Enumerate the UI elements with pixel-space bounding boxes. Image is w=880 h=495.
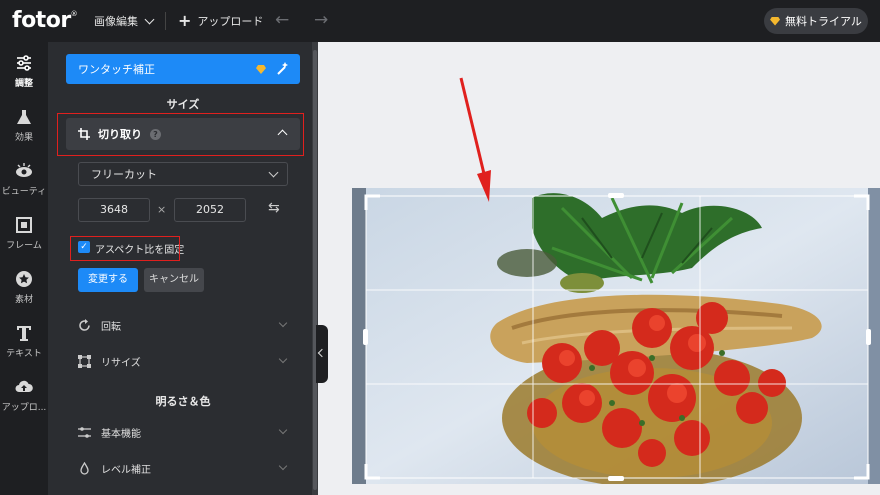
rail-label: アップロ... — [1, 403, 47, 413]
width-input[interactable]: 3648 — [78, 198, 150, 222]
rail-label: テキスト — [6, 349, 42, 359]
chevron-down-icon — [278, 354, 288, 364]
diamond-icon — [256, 65, 266, 74]
divider — [165, 12, 166, 30]
rail-label: フレーム — [6, 241, 42, 251]
chevron-down-icon — [144, 14, 155, 24]
sliders-icon — [78, 426, 91, 438]
chevron-down-icon — [278, 461, 288, 471]
free-trial-label: 無料トライアル — [785, 15, 862, 28]
rail-item-effects[interactable]: 効果 — [0, 108, 48, 143]
rail-label: 効果 — [14, 133, 33, 143]
rail-label: ビューティ — [1, 187, 47, 197]
crop-grid[interactable] — [352, 188, 880, 484]
annotation-arrow-icon — [459, 77, 491, 202]
frame-icon — [16, 217, 32, 233]
swap-dimensions-icon[interactable]: ⇆ — [268, 200, 280, 216]
text-icon — [17, 326, 31, 341]
one-touch-label: ワンタッチ補正 — [78, 63, 155, 76]
basic-label: 基本機能 — [101, 428, 141, 440]
highlight-box-crop — [57, 113, 304, 156]
scrollbar-thumb[interactable] — [313, 50, 317, 490]
cancel-button[interactable]: キャンセル — [144, 268, 204, 292]
rotate-icon — [79, 318, 90, 331]
image-edit-label: 画像編集 — [94, 15, 138, 28]
levels-label: レベル補正 — [101, 464, 151, 476]
cloud-upload-icon — [15, 380, 33, 392]
redo-arrow-icon[interactable]: → — [314, 10, 328, 30]
tool-rail: 調整 効果 ビューティ フレーム 素材 テキスト アップロ... — [0, 42, 48, 495]
flask-icon — [17, 110, 31, 124]
rail-item-frame[interactable]: フレーム — [0, 216, 48, 251]
fotor-logo[interactable]: fotor® — [12, 8, 78, 33]
rail-item-text[interactable]: テキスト — [0, 324, 48, 359]
height-input[interactable]: 2052 — [174, 198, 246, 222]
image-edit-menu[interactable]: 画像編集 — [94, 13, 155, 29]
upload-label: アップロード — [197, 15, 264, 28]
chevron-down-icon — [268, 167, 279, 178]
star-icon — [16, 271, 32, 287]
apply-button[interactable]: 変更する — [78, 268, 138, 292]
top-bar: fotor® 画像編集 + アップロード ← → 無料トライアル — [0, 0, 880, 42]
rail-item-elements[interactable]: 素材 — [0, 270, 48, 305]
rail-label: 調整 — [14, 79, 33, 89]
rail-label: 素材 — [14, 295, 33, 305]
rail-item-upload[interactable]: アップロ... — [0, 378, 48, 413]
free-trial-button[interactable]: 無料トライアル — [764, 8, 868, 34]
one-touch-enhance-button[interactable]: ワンタッチ補正 — [66, 54, 300, 84]
upload-button[interactable]: + アップロード — [178, 13, 263, 29]
crop-ratio-value: フリーカット — [91, 168, 157, 181]
size-heading: サイズ — [166, 98, 200, 111]
rail-item-adjust[interactable]: 調整 — [0, 54, 48, 89]
undo-arrow-icon[interactable]: ← — [275, 10, 289, 30]
levels-row[interactable]: レベル補正 — [78, 458, 290, 478]
basic-row[interactable]: 基本機能 — [78, 422, 290, 442]
times-symbol: × — [157, 203, 167, 216]
rotate-row[interactable]: 回転 — [78, 315, 290, 335]
eye-icon — [16, 163, 32, 177]
crop-ratio-select[interactable]: フリーカット — [78, 162, 288, 186]
resize-row[interactable]: リサイズ — [78, 351, 290, 371]
magic-wand-icon — [277, 62, 288, 75]
brightness-color-heading: 明るさ＆色 — [155, 395, 211, 408]
chevron-down-icon — [278, 425, 288, 435]
droplet-icon — [80, 461, 89, 475]
collapse-panel-button[interactable] — [316, 325, 328, 383]
rotate-label: 回転 — [101, 321, 121, 333]
plus-icon: + — [178, 11, 192, 30]
highlight-box-aspect — [70, 236, 180, 261]
resize-icon — [78, 354, 91, 368]
rail-item-beauty[interactable]: ビューティ — [0, 162, 48, 197]
sliders-icon — [17, 55, 31, 71]
diamond-icon — [770, 16, 781, 26]
resize-label: リサイズ — [101, 357, 141, 369]
chevron-down-icon — [278, 318, 288, 328]
